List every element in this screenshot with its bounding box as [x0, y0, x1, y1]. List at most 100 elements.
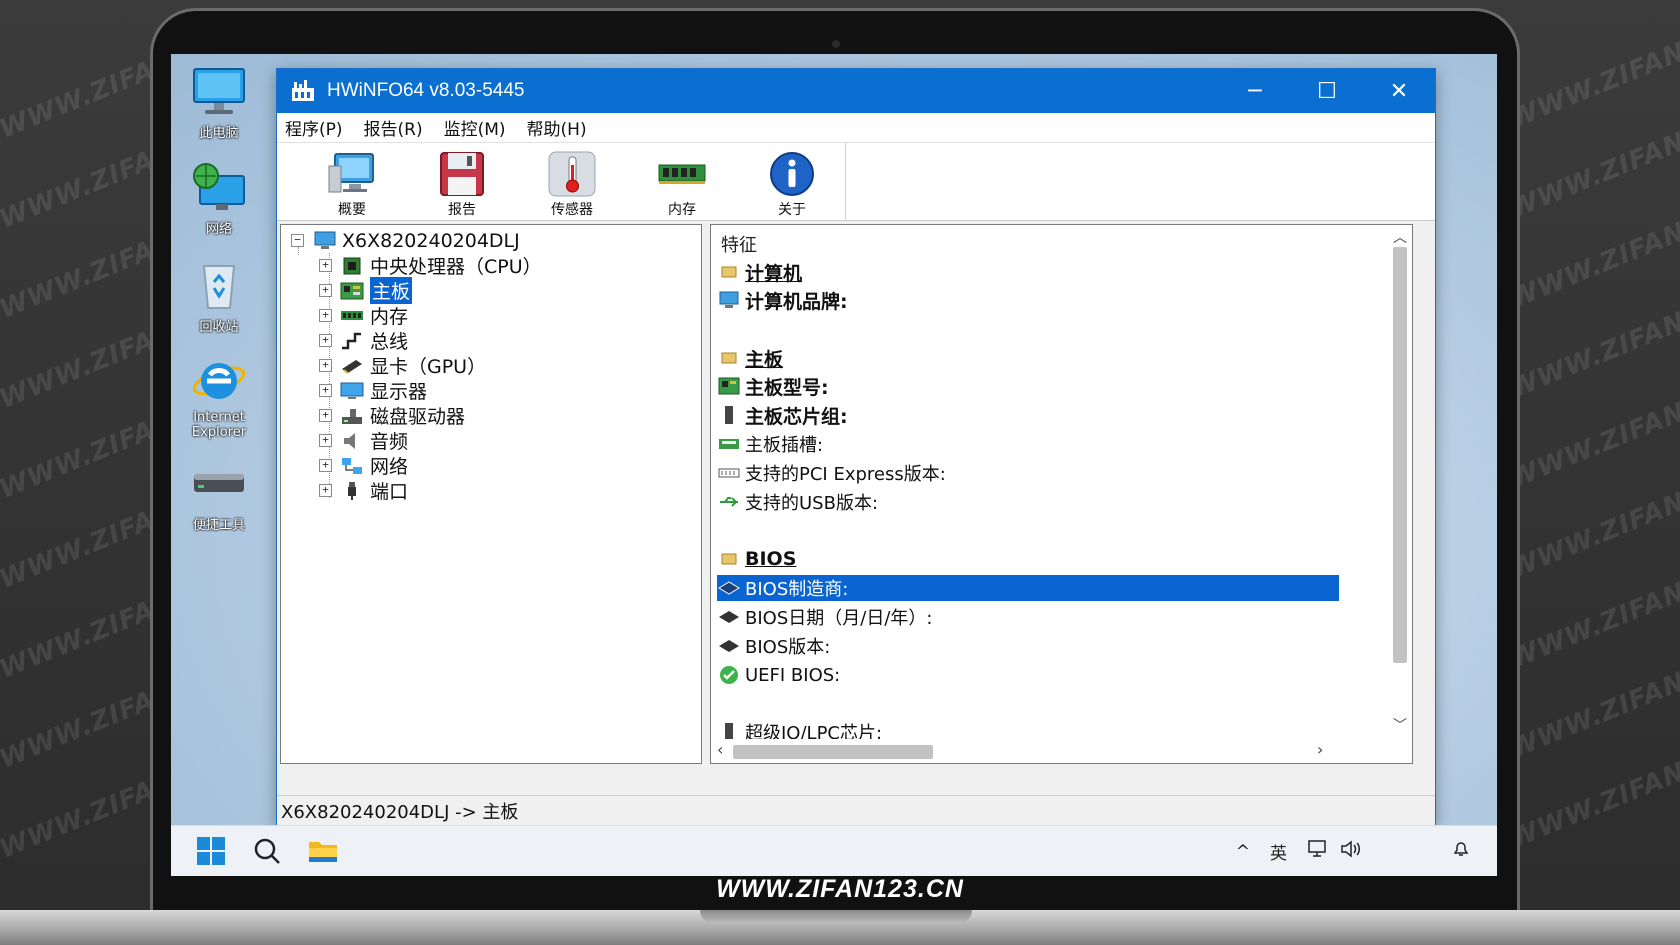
prop-uefi-bios[interactable]: UEFI BIOS:: [717, 662, 1339, 688]
menu-program[interactable]: 程序(P): [285, 115, 343, 140]
tree-item-label: 显卡（GPU）: [370, 356, 487, 378]
collapse-toggle[interactable]: −: [291, 234, 304, 247]
tree-root[interactable]: − X6X820240204DLJ: [291, 228, 520, 253]
volume-icon[interactable]: [1339, 839, 1361, 864]
search-icon[interactable]: [245, 829, 289, 873]
ime-indicator[interactable]: 英: [1270, 839, 1287, 864]
prop-label: BIOS制造商:: [745, 579, 849, 600]
title-bar[interactable]: HWiNFO64 v8.03-5445 ─ ☐ ✕: [277, 69, 1435, 113]
tree-item-label-selected: 主板: [368, 276, 414, 305]
tree-item-motherboard[interactable]: + 主板: [319, 276, 414, 305]
ram-icon: [339, 306, 365, 326]
scroll-down-icon[interactable]: ﹀: [1388, 715, 1412, 735]
minimize-button[interactable]: ─: [1219, 69, 1291, 113]
tree-item-display[interactable]: + 显示器: [319, 378, 427, 403]
sensors-button[interactable]: 传感器: [517, 143, 627, 219]
expand-toggle[interactable]: +: [319, 309, 332, 322]
notification-icon[interactable]: [1451, 839, 1471, 864]
section-label: BIOS: [745, 548, 797, 570]
laptop-notch: [700, 910, 972, 924]
tree-item-cpu[interactable]: + 中央处理器（CPU）: [319, 253, 542, 278]
menu-monitor[interactable]: 监控(M): [444, 115, 506, 140]
prop-pcie[interactable]: 支持的PCI Express版本:: [717, 460, 1339, 486]
expand-toggle[interactable]: +: [319, 459, 332, 472]
toolbar: 概要 报告 传感器 内存 关于: [277, 143, 1435, 221]
motherboard-icon: [339, 281, 365, 301]
maximize-button[interactable]: ☐: [1291, 69, 1363, 113]
prop-label: BIOS版本:: [745, 637, 831, 658]
photo-stage: WWW.ZIFAN123.CN WWW.ZIFAN123.CN WWW.ZIFA…: [0, 0, 1680, 945]
prop-computer-brand[interactable]: 计算机品牌:: [717, 287, 1339, 313]
expand-toggle[interactable]: +: [319, 284, 332, 297]
pane-splitter[interactable]: [702, 224, 710, 764]
main-panes: − X6X820240204DLJ + 中央处理器（CPU） + 主板 + 内存…: [280, 224, 1434, 764]
pci-icon: [717, 463, 741, 483]
tree-item-ports[interactable]: + 端口: [319, 478, 408, 503]
desktop-icon-internet-explorer[interactable]: Internet Explorer: [176, 354, 262, 440]
prop-chipset[interactable]: 主板芯片组:: [717, 402, 1339, 428]
site-caption: WWW.ZIFAN123.CN: [716, 875, 964, 903]
horizontal-scrollbar[interactable]: ‹ ›: [711, 739, 1389, 763]
tree-item-memory[interactable]: + 内存: [319, 303, 408, 328]
prop-slots[interactable]: 主板插槽:: [717, 431, 1339, 457]
tree-item-audio[interactable]: + 音频: [319, 428, 408, 453]
device-tree[interactable]: − X6X820240204DLJ + 中央处理器（CPU） + 主板 + 内存…: [280, 224, 702, 764]
scroll-up-icon[interactable]: ︿: [1388, 227, 1412, 247]
windows-start-icon[interactable]: [189, 829, 233, 873]
tree-item-gpu[interactable]: + 显卡（GPU）: [319, 353, 486, 378]
about-button[interactable]: 关于: [737, 143, 847, 219]
details-pane[interactable]: 特征 计算机 计算机品牌: 主板 主板型号: 主板芯片组: 主板插槽: 支持的P…: [710, 224, 1413, 764]
expand-toggle[interactable]: +: [319, 384, 332, 397]
tray-chevron-icon[interactable]: ^: [1236, 842, 1250, 862]
desktop-icon-recycle-bin[interactable]: 回收站: [176, 260, 262, 335]
recycle-bin-icon: [190, 260, 248, 312]
section-computer[interactable]: 计算机: [717, 259, 1339, 285]
info-icon: [766, 151, 818, 197]
network-tray-icon[interactable]: [1307, 839, 1329, 864]
expand-toggle[interactable]: +: [319, 409, 332, 422]
horizontal-scroll-thumb[interactable]: [733, 745, 933, 759]
prop-bios-date[interactable]: BIOS日期（月/日/年）:: [717, 604, 1339, 630]
vertical-scrollbar[interactable]: ︿ ﹀: [1388, 225, 1412, 740]
vertical-scroll-thumb[interactable]: [1393, 247, 1407, 663]
expand-toggle[interactable]: +: [319, 359, 332, 372]
desktop-icon-network[interactable]: 网络: [176, 162, 262, 237]
prop-label: 计算机品牌:: [745, 290, 848, 313]
expand-toggle[interactable]: +: [319, 259, 332, 272]
scroll-right-icon[interactable]: ›: [1317, 740, 1323, 759]
menu-help[interactable]: 帮助(H): [527, 115, 587, 140]
tree-item-label: 端口: [370, 481, 409, 503]
tree-item-bus[interactable]: + 总线: [319, 328, 408, 353]
summary-button[interactable]: 概要: [297, 143, 407, 219]
menu-report[interactable]: 报告(R): [364, 115, 423, 140]
prop-usb[interactable]: 支持的USB版本:: [717, 489, 1339, 515]
tree-item-drives[interactable]: + 磁盘驱动器: [319, 403, 465, 428]
section-motherboard[interactable]: 主板: [717, 345, 1339, 371]
check-icon: [717, 665, 741, 685]
summary-label: 概要: [338, 202, 366, 218]
thermometer-icon: [546, 151, 598, 197]
tree-item-label: 网络: [370, 456, 409, 478]
expand-toggle[interactable]: +: [319, 334, 332, 347]
file-explorer-icon[interactable]: [301, 829, 345, 873]
desktop-icon-tools[interactable]: 便捷工具: [176, 458, 262, 533]
prop-bios-vendor-selected[interactable]: BIOS制造商:: [717, 575, 1339, 601]
expand-toggle[interactable]: +: [319, 434, 332, 447]
close-button[interactable]: ✕: [1363, 69, 1435, 113]
section-bios[interactable]: BIOS: [717, 546, 1339, 572]
sensors-label: 传感器: [551, 202, 593, 218]
desktop-screen: 此电脑 网络 回收站 Internet Explorer 便捷工具 HWiNFO…: [171, 54, 1497, 876]
report-button[interactable]: 报告: [407, 143, 517, 219]
prop-bios-version[interactable]: BIOS版本:: [717, 633, 1339, 659]
usb-icon: [717, 492, 741, 512]
prop-board-model[interactable]: 主板型号:: [717, 373, 1339, 399]
expand-toggle[interactable]: +: [319, 484, 332, 497]
scroll-left-icon[interactable]: ‹: [717, 740, 723, 759]
monitor-icon: [190, 66, 248, 118]
folder-section-icon: [717, 262, 741, 282]
memory-button[interactable]: 内存: [627, 143, 737, 219]
tree-item-network[interactable]: + 网络: [319, 453, 408, 478]
memory-module-icon: [656, 151, 708, 197]
section-label: 计算机: [745, 262, 803, 285]
desktop-icon-this-pc[interactable]: 此电脑: [176, 66, 262, 141]
